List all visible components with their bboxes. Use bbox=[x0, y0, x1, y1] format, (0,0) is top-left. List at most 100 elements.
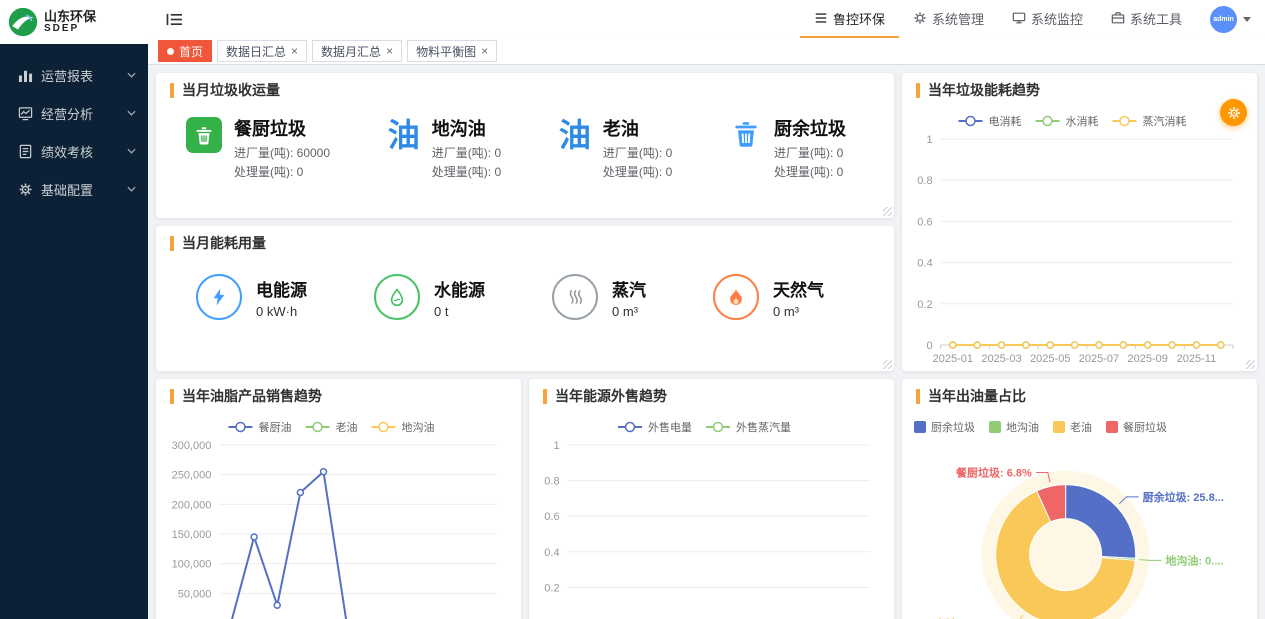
settings-fab-button[interactable] bbox=[1220, 99, 1247, 126]
svg-text:1: 1 bbox=[553, 440, 559, 452]
waste-item-text: 餐厨垃圾 进厂量(吨): 60000 处理量(吨): 0 bbox=[234, 115, 330, 181]
svg-text:2025-09: 2025-09 bbox=[1128, 353, 1168, 365]
energy-name: 天然气 bbox=[773, 276, 824, 301]
energy-item-text: 蒸汽 0 m³ bbox=[612, 276, 646, 319]
nav-system-management[interactable]: 系统管理 bbox=[899, 0, 998, 38]
user-menu[interactable]: admin bbox=[1210, 6, 1251, 33]
oil-ratio-donut-chart: 厨余垃圾地沟油老油餐厨垃圾厨余垃圾: 25.8...地沟油: 0....老油: … bbox=[906, 413, 1253, 619]
energy-value: 0 m³ bbox=[612, 304, 646, 319]
energy-item-water: 水能源 0 t bbox=[374, 274, 485, 320]
svg-text:厨余垃圾: 25.8...: 厨余垃圾: 25.8... bbox=[1143, 490, 1224, 504]
waste-item-old-oil: 油 老油 进厂量(吨): 0 处理量(吨): 0 bbox=[559, 115, 672, 181]
monthly-waste-card: 当月垃圾收运量 餐厨垃圾 进厂量(吨): 60000 处理量(吨): 0 bbox=[156, 73, 894, 218]
nav-lukong-env[interactable]: 鲁控环保 bbox=[800, 0, 899, 38]
waste-item-name: 餐厨垃圾 bbox=[234, 115, 330, 141]
close-icon[interactable]: × bbox=[291, 45, 298, 57]
waste-in-amount: 进厂量(吨): 0 bbox=[603, 144, 672, 163]
title-accent-bar bbox=[916, 83, 920, 98]
energy-trend-chart: 电消耗水消耗蒸汽消耗00.20.40.60.812025-012025-0320… bbox=[906, 107, 1253, 371]
tab-home[interactable]: 首页 bbox=[158, 40, 212, 62]
oil-sales-chart: 餐厨油老油地沟油050,000100,000150,000200,000250,… bbox=[160, 413, 517, 619]
waste-processed-amount: 处理量(吨): 0 bbox=[603, 163, 672, 182]
waste-in-amount: 进厂量(吨): 0 bbox=[774, 144, 846, 163]
svg-text:餐厨垃圾: 6.8%: 餐厨垃圾: 6.8% bbox=[955, 466, 1032, 480]
waste-item-digou-oil: 油 地沟油 进厂量(吨): 0 处理量(吨): 0 bbox=[388, 115, 501, 181]
sidebar-item-label: 经营分析 bbox=[41, 104, 119, 123]
energy-item-electric: 电能源 0 kW·h bbox=[196, 274, 307, 320]
sidebar-item-performance-review[interactable]: 绩效考核 bbox=[0, 132, 148, 170]
sidebar-item-base-config[interactable]: 基础配置 bbox=[0, 170, 148, 208]
svg-text:水消耗: 水消耗 bbox=[1066, 114, 1099, 128]
bottom-row-left: 当年油脂产品销售趋势 餐厨油老油地沟油050,000100,000150,000… bbox=[156, 379, 894, 619]
svg-text:电消耗: 电消耗 bbox=[989, 114, 1022, 128]
svg-text:300,000: 300,000 bbox=[172, 440, 212, 452]
energy-item-text: 天然气 0 m³ bbox=[773, 276, 824, 319]
water-drop-icon bbox=[374, 274, 420, 320]
green-recycle-bin-icon bbox=[186, 117, 222, 153]
topbar-nav: 鲁控环保 系统管理 系统监控 bbox=[800, 0, 1251, 38]
chevron-down-icon bbox=[127, 186, 136, 192]
svg-text:50,000: 50,000 bbox=[178, 588, 212, 600]
sidebar-item-label: 运营报表 bbox=[41, 66, 119, 85]
waste-item-text: 厨余垃圾 进厂量(吨): 0 处理量(吨): 0 bbox=[774, 115, 846, 181]
energy-name: 蒸汽 bbox=[612, 276, 646, 301]
monitor-icon bbox=[1012, 11, 1026, 25]
card-title-text: 当月能耗用量 bbox=[182, 233, 266, 253]
tab-material-balance[interactable]: 物料平衡图 × bbox=[407, 40, 497, 62]
energy-value: 0 m³ bbox=[773, 304, 824, 319]
svg-text:150,000: 150,000 bbox=[172, 529, 212, 541]
sidebar-item-business-analysis[interactable]: 经营分析 bbox=[0, 94, 148, 132]
svg-text:老油: 老油 bbox=[336, 420, 358, 434]
tab-label: 首页 bbox=[179, 43, 203, 60]
nav-system-monitor[interactable]: 系统监控 bbox=[998, 0, 1097, 38]
energy-value: 0 t bbox=[434, 304, 485, 319]
close-icon[interactable]: × bbox=[481, 45, 488, 57]
waste-items: 餐厨垃圾 进厂量(吨): 60000 处理量(吨): 0 油 地沟油 进厂量(吨… bbox=[156, 107, 894, 181]
monthly-energy-card: 当月能耗用量 电能源 0 kW·h bbox=[156, 226, 894, 371]
avatar[interactable]: admin bbox=[1210, 6, 1237, 33]
energy-items: 电能源 0 kW·h 水能源 0 t bbox=[156, 260, 894, 320]
sidebar-menu: 运营报表 经营分析 绩效考核 bbox=[0, 44, 148, 208]
energy-sale-trend-card: 当年能源外售趋势 外售电量外售蒸汽量00.20.40.60.812025-012… bbox=[529, 379, 894, 619]
blue-trash-bin-icon bbox=[730, 117, 762, 149]
svg-text:老油: 老油 bbox=[1070, 420, 1092, 434]
gear-icon bbox=[18, 182, 33, 197]
waste-processed-amount: 处理量(吨): 0 bbox=[774, 163, 846, 182]
svg-text:餐厨垃圾: 餐厨垃圾 bbox=[1123, 420, 1167, 434]
svg-text:0.2: 0.2 bbox=[917, 299, 932, 311]
chevron-down-icon bbox=[127, 148, 136, 154]
nav-system-tools[interactable]: 系统工具 bbox=[1097, 0, 1196, 38]
logo-text: 山东环保 SDEP bbox=[44, 10, 96, 34]
sidebar-item-operation-report[interactable]: 运营报表 bbox=[0, 56, 148, 94]
card-title: 当年能源外售趋势 bbox=[529, 379, 894, 413]
tab-label: 物料平衡图 bbox=[416, 43, 476, 60]
svg-text:外售蒸汽量: 外售蒸汽量 bbox=[736, 420, 791, 434]
svg-text:蒸汽消耗: 蒸汽消耗 bbox=[1143, 114, 1187, 128]
title-accent-bar bbox=[170, 236, 174, 251]
nav-label: 系统监控 bbox=[1031, 9, 1083, 28]
card-title-text: 当年垃圾能耗趋势 bbox=[928, 80, 1040, 100]
waste-processed-amount: 处理量(吨): 0 bbox=[432, 163, 501, 182]
sidebar-collapse-button[interactable] bbox=[162, 8, 187, 31]
tab-active-dot bbox=[167, 48, 174, 55]
svg-text:0.8: 0.8 bbox=[917, 175, 932, 187]
list-icon bbox=[814, 11, 828, 25]
oil-ratio-card: 当年出油量占比 厨余垃圾地沟油老油餐厨垃圾厨余垃圾: 25.8...地沟油: 0… bbox=[902, 379, 1257, 619]
close-icon[interactable]: × bbox=[386, 45, 393, 57]
chevron-down-icon[interactable] bbox=[1243, 17, 1251, 22]
waste-item-name: 厨余垃圾 bbox=[774, 115, 846, 141]
svg-text:0.8: 0.8 bbox=[544, 476, 559, 488]
tab-monthly-data-summary[interactable]: 数据月汇总 × bbox=[312, 40, 402, 62]
card-title: 当月能耗用量 bbox=[156, 226, 894, 260]
title-accent-bar bbox=[170, 83, 174, 98]
energy-item-gas: 天然气 0 m³ bbox=[713, 274, 824, 320]
main-area: 鲁控环保 系统管理 系统监控 bbox=[148, 0, 1265, 619]
card-title-text: 当月垃圾收运量 bbox=[182, 80, 280, 100]
chevron-down-icon bbox=[127, 110, 136, 116]
waste-processed-amount: 处理量(吨): 0 bbox=[234, 163, 330, 182]
tab-label: 数据月汇总 bbox=[321, 43, 381, 60]
sidebar-item-label: 绩效考核 bbox=[41, 142, 119, 161]
tab-daily-data-summary[interactable]: 数据日汇总 × bbox=[217, 40, 307, 62]
waste-in-amount: 进厂量(吨): 0 bbox=[432, 144, 501, 163]
topbar: 鲁控环保 系统管理 系统监控 bbox=[148, 0, 1265, 38]
